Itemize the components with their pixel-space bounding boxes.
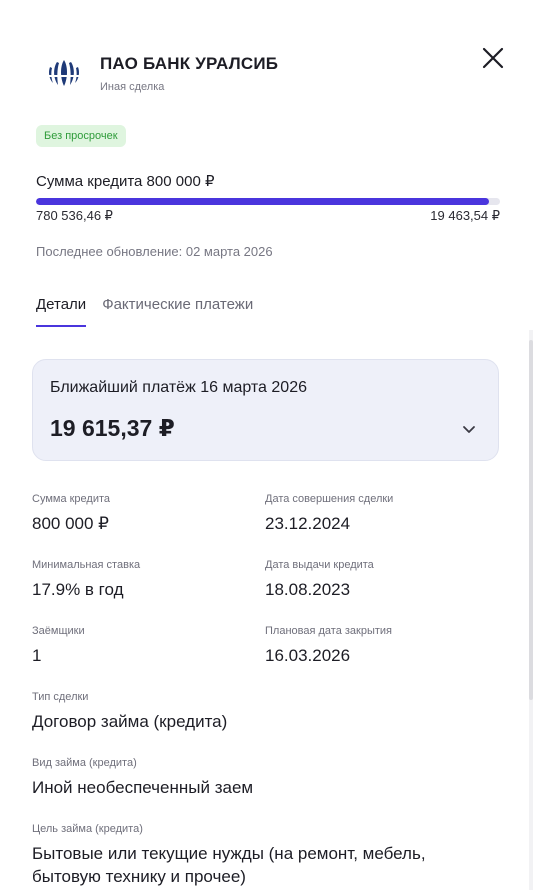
- field-value: Договор займа (кредита): [32, 712, 228, 731]
- field-value: Бытовые или текущие нужды (на ремонт, ме…: [32, 844, 426, 886]
- field-label: Сумма кредита: [32, 493, 111, 505]
- field-value: 23.12.2024: [265, 514, 351, 533]
- next-payment-amount: 19 615,37 ₽: [50, 415, 175, 441]
- close-icon[interactable]: [479, 44, 507, 72]
- field-value: 16.03.2026: [265, 646, 351, 665]
- field-label: Тип сделки: [32, 691, 89, 703]
- issue-date-field: Дата выдачи кредита 18.08.2023: [265, 559, 374, 601]
- credit-sum-field: Сумма кредита 800 000 ₽: [32, 493, 110, 535]
- remaining-amount: 19 463,54 ₽: [430, 208, 500, 223]
- borrowers-field: Заёмщики 1: [32, 625, 85, 667]
- paid-amount: 780 536,46 ₽: [36, 208, 113, 223]
- chevron-down-icon[interactable]: [462, 422, 476, 436]
- tabs: Детали Фактические платежи: [36, 296, 253, 327]
- repayment-progress-bar: [36, 198, 500, 205]
- field-label: Минимальная ставка: [32, 559, 141, 571]
- next-payment-card[interactable]: Ближайший платёж 16 марта 2026 19 615,37…: [32, 359, 499, 461]
- field-label: Вид займа (кредита): [32, 757, 137, 769]
- field-label: Дата выдачи кредита: [265, 559, 374, 571]
- min-rate-field: Минимальная ставка 17.9% в год: [32, 559, 140, 601]
- uralsib-logo-icon: [49, 60, 79, 86]
- bank-name: ПАО БАНК УРАЛСИБ: [100, 54, 279, 73]
- next-payment-title: Ближайший платёж 16 марта 2026: [50, 379, 307, 396]
- last-update: Последнее обновление: 02 марта 2026: [36, 244, 273, 259]
- loan-purpose-field: Цель займа (кредита) Бытовые или текущие…: [32, 823, 482, 888]
- field-value: 1: [32, 646, 42, 665]
- field-value: 18.08.2023: [265, 580, 351, 599]
- repayment-progress-fill: [36, 198, 489, 205]
- status-badge: Без просрочек: [36, 125, 126, 147]
- field-value: 800 000 ₽: [32, 514, 109, 533]
- field-label: Дата совершения сделки: [265, 493, 394, 505]
- deal-kind-field: Тип сделки Договор займа (кредита): [32, 691, 227, 733]
- tab-actual-payments[interactable]: Фактические платежи: [102, 296, 253, 327]
- scrollbar-thumb[interactable]: [529, 340, 533, 700]
- field-label: Цель займа (кредита): [32, 823, 143, 835]
- field-value: 17.9% в год: [32, 580, 124, 599]
- field-label: Плановая дата закрытия: [265, 625, 393, 637]
- header: ПАО БАНК УРАЛСИБ Иная сделка: [36, 40, 507, 100]
- tab-details[interactable]: Детали: [36, 296, 87, 327]
- deal-type: Иная сделка: [100, 81, 165, 93]
- field-label: Заёмщики: [32, 625, 85, 637]
- credit-sum-label: Сумма кредита 800 000 ₽: [36, 173, 215, 190]
- field-value: Иной необеспеченный заем: [32, 778, 254, 797]
- close-date-field: Плановая дата закрытия 16.03.2026: [265, 625, 392, 667]
- deal-date-field: Дата совершения сделки 23.12.2024: [265, 493, 393, 535]
- loan-kind-field: Вид займа (кредита) Иной необеспеченный …: [32, 757, 253, 799]
